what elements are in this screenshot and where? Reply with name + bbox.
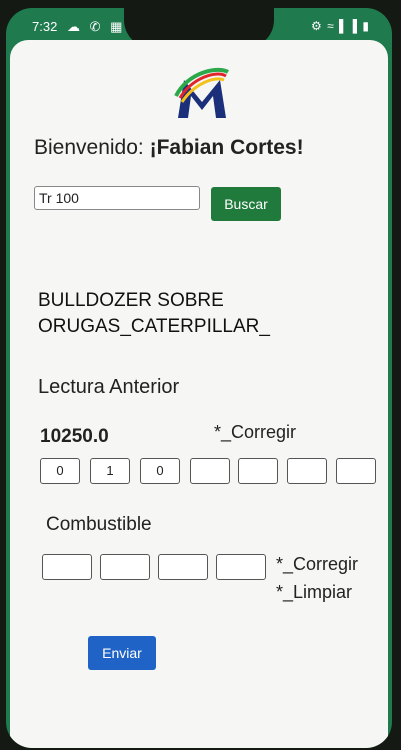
reading-digit-5[interactable] (238, 458, 278, 484)
fuel-digit-2[interactable] (100, 554, 150, 580)
fuel-label: Combustible (46, 514, 152, 535)
correct-fuel-link[interactable]: *_Corregir (276, 554, 358, 575)
user-name: ¡Fabian Cortes! (149, 136, 304, 159)
phone-frame: 7:32 ☁ ✆ ▦ • ⚙ ≈ ▌▐ ▮ Bienvenido: ¡Fabia… (6, 8, 392, 748)
reading-digit-7[interactable] (336, 458, 376, 484)
reading-digit-1[interactable] (40, 458, 80, 484)
welcome-prefix: Bienvenido: (34, 136, 144, 159)
reading-digit-3[interactable] (140, 458, 180, 484)
search-input[interactable] (34, 186, 200, 210)
search-button[interactable]: Buscar (211, 187, 281, 221)
reading-digit-6[interactable] (287, 458, 327, 484)
fuel-digit-4[interactable] (216, 554, 266, 580)
reading-digit-2[interactable] (90, 458, 130, 484)
app-screen: Bienvenido: ¡Fabian Cortes! Buscar BULLD… (10, 40, 388, 748)
clear-fuel-link[interactable]: *_Limpiar (276, 582, 352, 603)
status-icons: ⚙ ≈ ▌▐ ▮ (311, 19, 370, 33)
cloud-icon: ☁ (66, 19, 80, 34)
reading-digit-4[interactable] (190, 458, 230, 484)
fuel-digit-1[interactable] (42, 554, 92, 580)
whatsapp-icon: ✆ (89, 19, 101, 34)
previous-reading-label: Lectura Anterior (38, 376, 180, 398)
previous-reading-value: 10250.0 (40, 426, 109, 447)
m-logo (174, 67, 230, 118)
app-icon: ▦ (110, 19, 123, 34)
clock: 7:32 (32, 19, 58, 34)
correct-reading-link[interactable]: *_Corregir (214, 422, 296, 443)
send-button[interactable]: Enviar (88, 636, 156, 670)
machine-name-line-2: ORUGAS_CATERPILLAR_ (38, 316, 270, 337)
machine-name: BULLDOZER SOBRE ORUGAS_CATERPILLAR_ (38, 288, 270, 340)
machine-name-line-1: BULLDOZER SOBRE (38, 290, 224, 311)
fuel-digit-3[interactable] (158, 554, 208, 580)
welcome-heading: Bienvenido: ¡Fabian Cortes! (34, 136, 304, 160)
